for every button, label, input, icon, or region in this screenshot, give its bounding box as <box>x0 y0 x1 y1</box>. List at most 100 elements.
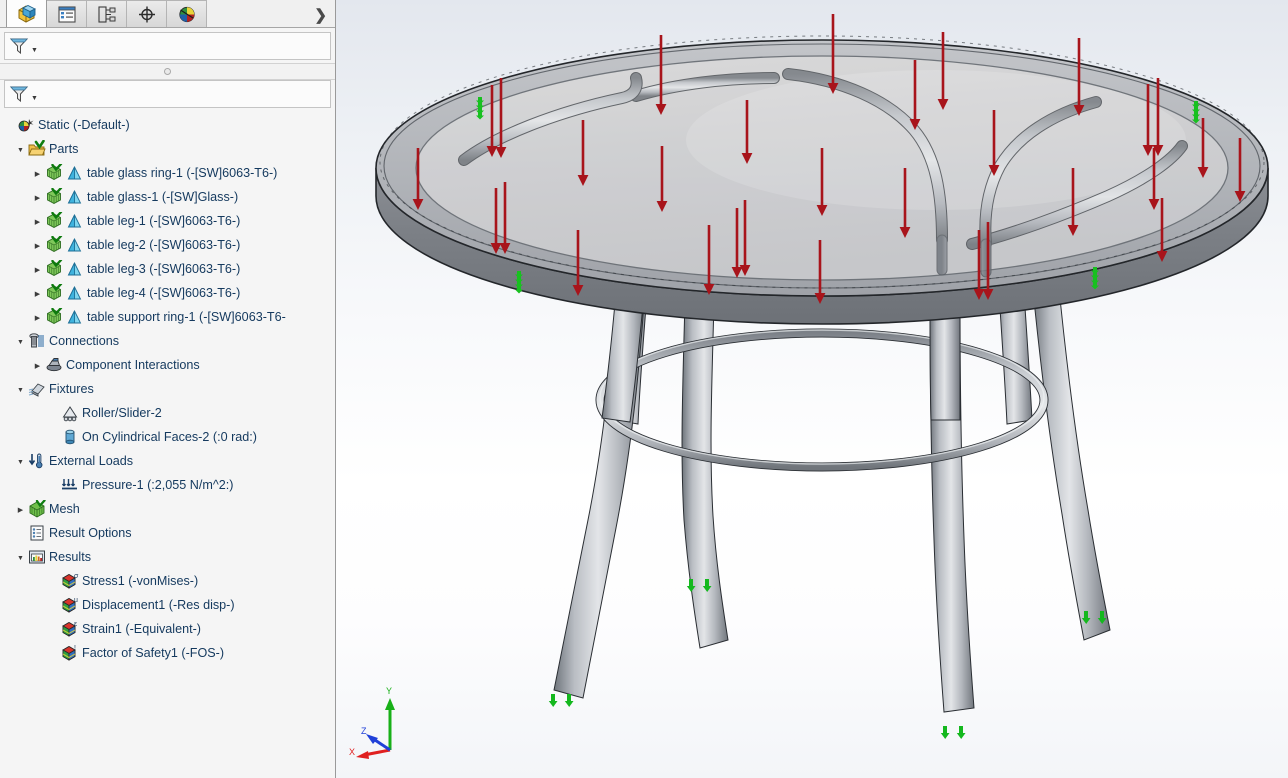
mesh-status-icon-wrap <box>44 260 63 278</box>
property-manager-tab[interactable] <box>46 0 87 27</box>
parts-folder-icon-wrap <box>27 140 46 158</box>
tree-node[interactable]: Result Options <box>0 521 335 545</box>
bottom-filter-input[interactable] <box>41 86 330 102</box>
tree-node[interactable]: Component Interactions <box>0 353 335 377</box>
tree-node[interactable]: External Loads <box>0 449 335 473</box>
tree-node-label: Roller/Slider-2 <box>82 406 162 420</box>
tree-expand-chevron-icon[interactable] <box>14 337 27 346</box>
dimxpert-manager-tab[interactable] <box>126 0 167 27</box>
tree-node[interactable]: table leg-4 (-[SW]6063-T6-) <box>0 281 335 305</box>
mesh-check-icon <box>46 164 62 181</box>
tree-node[interactable]: Pressure-1 (:2,055 N/m^2:) <box>0 473 335 497</box>
study-static-icon-wrap <box>16 116 35 134</box>
mesh-icon <box>29 500 46 518</box>
tree-expand-chevron-icon[interactable] <box>31 217 44 226</box>
filter-funnel-icon <box>9 38 29 55</box>
tree-node[interactable]: u Displacement1 (-Res disp-) <box>0 593 335 617</box>
cylindrical-face-icon <box>65 429 74 445</box>
tree-expand-chevron-icon[interactable] <box>31 361 44 370</box>
tree-node-label: Result Options <box>49 526 132 540</box>
tree-node-label: table glass ring-1 (-[SW]6063-T6-) <box>87 166 278 180</box>
tree-node[interactable]: Mesh <box>0 497 335 521</box>
tree-expand-chevron-icon[interactable] <box>31 313 44 322</box>
solid-body-icon <box>67 189 82 203</box>
tree-node[interactable]: ! Factor of Safety1 (-FOS-) <box>0 641 335 665</box>
tree-expand-chevron-icon[interactable] <box>14 505 27 514</box>
solid-body-icon <box>67 213 82 227</box>
top-filter-bar[interactable]: ▼ <box>4 32 331 60</box>
solid-body-icon-wrap <box>66 309 83 326</box>
top-filter-input[interactable] <box>41 38 330 54</box>
triad-x-label: X <box>349 747 355 757</box>
table-support-ring <box>595 328 1049 472</box>
tree-expand-chevron-icon[interactable] <box>31 169 44 178</box>
table-model-3d-view <box>375 14 1269 739</box>
tree-expand-chevron-icon[interactable] <box>31 289 44 298</box>
graphics-viewport[interactable]: Y X Z <box>336 0 1288 778</box>
tree-expand-chevron-icon[interactable] <box>14 553 27 562</box>
tree-node[interactable]: table leg-3 (-[SW]6063-T6-) <box>0 257 335 281</box>
solid-body-icon-wrap <box>66 285 83 302</box>
tree-node[interactable]: On Cylindrical Faces-2 (:0 rad:) <box>0 425 335 449</box>
tree-node[interactable]: table support ring-1 (-[SW]6063-T6- <box>0 305 335 329</box>
solid-body-icon-wrap <box>66 189 83 206</box>
solid-body-icon-wrap <box>66 213 83 230</box>
tree-expand-chevron-icon[interactable] <box>31 193 44 202</box>
expand-panel-chevron-icon[interactable]: ❯ <box>314 8 327 23</box>
triad-y-axis: Y <box>385 686 395 750</box>
tree-node-label: table glass-1 (-[SW]Glass-) <box>87 190 239 204</box>
tree-expand-chevron-icon[interactable] <box>31 265 44 274</box>
panel-splitter[interactable] <box>0 63 335 80</box>
filter-dropdown-caret-icon[interactable]: ▼ <box>31 47 38 54</box>
result-options-icon <box>30 525 43 541</box>
solid-body-icon-wrap <box>66 237 83 254</box>
tree-expand-chevron-icon[interactable] <box>31 241 44 250</box>
tree-node[interactable]: table leg-1 (-[SW]6063-T6-) <box>0 209 335 233</box>
tree-node[interactable]: table glass ring-1 (-[SW]6063-T6-) <box>0 161 335 185</box>
triad-z-label: Z <box>361 726 367 736</box>
plot-fos-icon-wrap: ! <box>60 644 79 662</box>
tree-node[interactable]: ε Strain1 (-Equivalent-) <box>0 617 335 641</box>
tree-node-label: table leg-2 (-[SW]6063-T6-) <box>87 238 241 252</box>
tree-node[interactable]: σ Stress1 (-vonMises-) <box>0 569 335 593</box>
external-loads-icon <box>28 453 42 469</box>
solid-body-icon-wrap <box>66 261 83 278</box>
svg-text:σ: σ <box>74 573 79 580</box>
svg-text:!: ! <box>74 645 76 652</box>
tree-node[interactable]: Parts <box>0 137 335 161</box>
simulation-study-tree: Static (-Default-) Parts table glass rin… <box>0 108 335 778</box>
mesh-check-icon <box>46 308 62 325</box>
tree-node[interactable]: Roller/Slider-2 <box>0 401 335 425</box>
splitter-handle-dot[interactable] <box>164 68 171 75</box>
tree-node[interactable]: table glass-1 (-[SW]Glass-) <box>0 185 335 209</box>
tree-node[interactable]: Fixtures <box>0 377 335 401</box>
tree-expand-chevron-icon[interactable] <box>14 145 27 154</box>
tree-node-label: Static (-Default-) <box>38 118 130 132</box>
tree-node-label: Fixtures <box>49 382 94 396</box>
tree-node-label: Pressure-1 (:2,055 N/m^2:) <box>82 478 234 492</box>
color-sphere-icon <box>178 6 195 22</box>
tree-node[interactable]: Results <box>0 545 335 569</box>
triad-z-axis: Z <box>361 726 391 752</box>
tree-expand-chevron-icon[interactable] <box>14 457 27 466</box>
mesh-check-icon <box>46 212 62 229</box>
feature-manager-tab[interactable] <box>6 0 47 27</box>
tree-node[interactable]: Static (-Default-) <box>0 113 335 137</box>
tree-node-label: Mesh <box>49 502 80 516</box>
solid-body-icon-wrap <box>66 165 83 182</box>
tree-node-label: Parts <box>49 142 79 156</box>
bottom-filter-bar[interactable]: ▼ <box>4 80 331 108</box>
tree-node[interactable]: table leg-2 (-[SW]6063-T6-) <box>0 233 335 257</box>
plot-stress-icon-wrap: σ <box>60 572 79 590</box>
mesh-check-icon <box>46 236 62 253</box>
tree-expand-chevron-icon[interactable] <box>14 385 27 394</box>
external-loads-icon-wrap <box>27 452 46 470</box>
plot-stress-icon: σ <box>61 573 79 589</box>
display-manager-tab[interactable] <box>166 0 207 27</box>
configuration-manager-tab[interactable] <box>86 0 127 27</box>
filter-dropdown-caret-icon[interactable]: ▼ <box>31 95 38 102</box>
plot-fos-icon: ! <box>61 645 76 661</box>
solid-body-icon <box>67 285 82 299</box>
tree-node[interactable]: Connections <box>0 329 335 353</box>
mesh-icon-wrap <box>27 500 46 518</box>
